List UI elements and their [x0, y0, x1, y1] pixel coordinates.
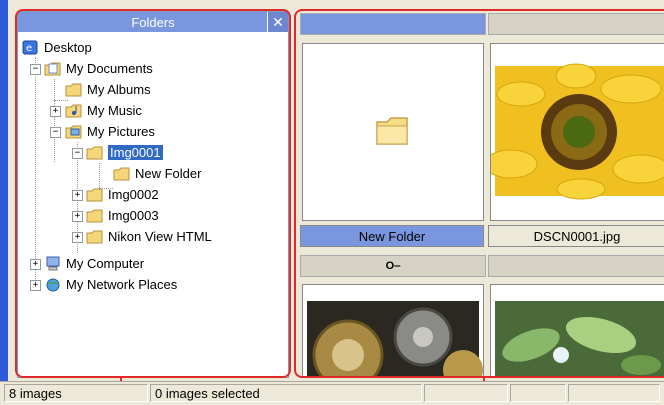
thumbnail-header: O‒ [300, 255, 486, 277]
tree-connector [35, 57, 36, 291]
thumbnail-header [488, 13, 664, 35]
tree-item-label: My Music [87, 103, 142, 118]
collapse-my-documents-toggle[interactable]: − [30, 64, 41, 75]
tree-item-my-pictures[interactable]: My Pictures [65, 121, 155, 142]
folder-icon [86, 188, 103, 202]
expand-my-network-places-toggle[interactable]: + [30, 280, 41, 291]
tree-item-label: New Folder [135, 166, 202, 181]
tree-item-img0002[interactable]: Img0002 [86, 184, 159, 205]
folder-icon [65, 83, 82, 97]
tree-item-label: Img0002 [108, 187, 159, 202]
pictures-folder-icon [65, 125, 82, 139]
collapse-img0001-toggle[interactable]: − [72, 148, 83, 159]
status-selected-count: 0 images selected [155, 385, 260, 401]
folder-icon [376, 117, 408, 145]
folder-icon [86, 209, 103, 223]
tree-item-nikon-view-html[interactable]: Nikon View HTML [86, 226, 212, 247]
folders-panel-title-bar: Folders ✕ [18, 12, 288, 32]
status-pane [510, 384, 566, 402]
tree-item-my-music[interactable]: My Music [65, 100, 142, 121]
music-folder-icon [65, 104, 82, 118]
status-pane [568, 384, 660, 402]
folders-panel: Folders ✕ e Desktop − My Documents My Al… [17, 11, 289, 378]
close-folders-panel-button[interactable]: ✕ [267, 12, 288, 32]
tree-item-my-albums[interactable]: My Albums [65, 79, 151, 100]
collapse-my-pictures-toggle[interactable]: − [50, 127, 61, 138]
network-globe-icon [46, 278, 60, 292]
key-protected-icon: O‒ [385, 260, 401, 272]
thumbnail-gears-photo[interactable] [302, 284, 484, 378]
expand-img0002-toggle[interactable]: + [72, 190, 83, 201]
folder-icon [86, 230, 103, 244]
thumbnail-header-selected [300, 13, 486, 35]
expand-my-music-toggle[interactable]: + [50, 106, 61, 117]
tree-item-label: My Albums [87, 82, 151, 97]
thumbnail-caption: New Folder [300, 225, 484, 247]
desktop-icon: e [22, 40, 38, 55]
folder-tree: e Desktop − My Documents My Albums + My … [18, 33, 288, 377]
tree-item-label-selected: Img0001 [108, 145, 163, 160]
tree-item-my-computer[interactable]: My Computer [44, 253, 144, 274]
status-selected-count-pane: 0 images selected [150, 384, 422, 402]
expand-my-computer-toggle[interactable]: + [30, 259, 41, 270]
tree-connector [54, 79, 55, 162]
status-image-count: 8 images [9, 385, 62, 401]
open-folder-icon [86, 146, 103, 160]
tree-item-label: My Network Places [66, 277, 178, 292]
status-bar: 8 images 0 images selected [0, 381, 664, 405]
nikon-view-browser-window: Folders ✕ e Desktop − My Documents My Al… [0, 0, 664, 405]
tree-item-new-folder[interactable]: New Folder [113, 163, 201, 184]
computer-icon [46, 256, 60, 271]
expand-img0003-toggle[interactable]: + [72, 211, 83, 222]
expand-nikon-view-html-toggle[interactable]: + [72, 232, 83, 243]
my-documents-icon [44, 62, 61, 76]
tree-item-label: My Computer [66, 256, 145, 271]
tree-item-label: Desktop [44, 40, 92, 55]
tree-item-desktop[interactable]: e Desktop [22, 37, 92, 58]
leaves-photo-thumbnail [491, 285, 664, 377]
tree-item-label: Img0003 [108, 208, 159, 223]
tree-item-label: Nikon View HTML [108, 229, 212, 244]
thumbnail-leaves-photo[interactable] [490, 284, 664, 378]
tree-item-my-documents[interactable]: My Documents [44, 58, 153, 79]
svg-text:e: e [26, 43, 32, 54]
tree-item-img0001[interactable]: Img0001 [86, 142, 163, 163]
tree-item-label: My Pictures [87, 124, 155, 139]
thumbnail-view: New Folder DSCN0001.jpg O‒ [297, 11, 664, 378]
folder-icon [113, 167, 130, 181]
gears-photo-thumbnail [303, 285, 483, 377]
tree-item-my-network-places[interactable]: My Network Places [44, 274, 177, 295]
thumbnail-header [488, 255, 664, 277]
tree-item-img0003[interactable]: Img0003 [86, 205, 159, 226]
thumbnail-caption: DSCN0001.jpg [488, 225, 664, 247]
window-edge-strip [0, 0, 8, 404]
folders-panel-title: Folders [131, 14, 175, 30]
status-pane [424, 384, 508, 402]
tree-item-label: My Documents [66, 61, 153, 76]
status-image-count-pane: 8 images [4, 384, 148, 402]
thumbnail-new-folder[interactable] [302, 43, 484, 221]
sunflower-photo-thumbnail [491, 44, 664, 220]
thumbnail-dscn0001[interactable] [490, 43, 664, 221]
